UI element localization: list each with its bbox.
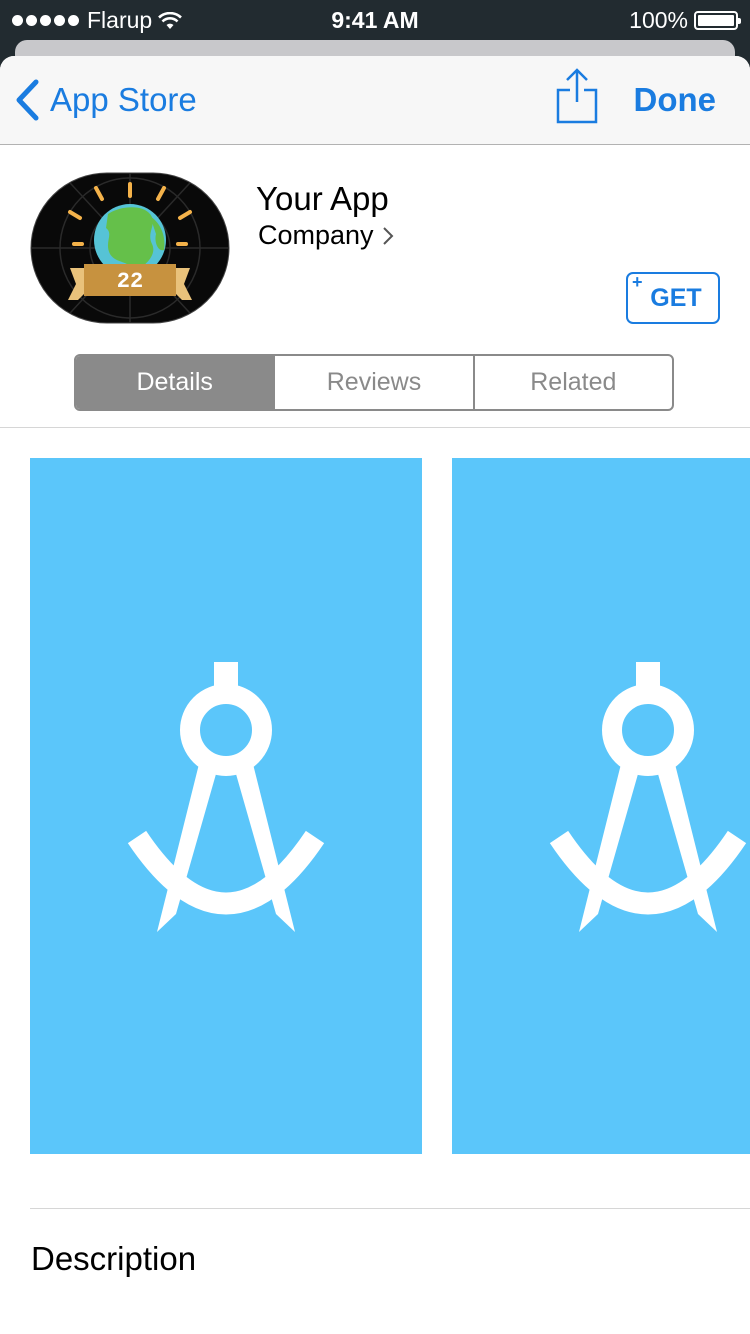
tab-details[interactable]: Details <box>76 356 274 409</box>
tab-related[interactable]: Related <box>472 356 672 409</box>
get-plus: + <box>632 272 643 292</box>
share-icon <box>556 68 598 124</box>
navigation-bar: App Store Done <box>0 56 750 145</box>
battery-icon <box>694 11 741 30</box>
compass-icon <box>549 662 747 932</box>
done-button[interactable]: Done <box>634 81 717 119</box>
chevron-right-icon <box>382 226 393 245</box>
app-detail-sheet: App Store Done 22 Your App Company + GET… <box>0 56 750 1334</box>
chevron-left-icon <box>16 79 39 121</box>
status-bar: Flarup 9:41 AM 100% <box>0 0 750 40</box>
segmented-control: Details Reviews Related <box>74 354 674 411</box>
app-icon: 22 <box>30 172 230 329</box>
back-button-label: App Store <box>50 81 197 118</box>
icon-badge-number: 22 <box>117 269 143 294</box>
get-button[interactable]: + GET <box>626 272 720 324</box>
back-button[interactable]: App Store <box>14 78 197 122</box>
compass-icon <box>127 662 325 932</box>
tab-reviews[interactable]: Reviews <box>273 356 472 409</box>
description-heading: Description <box>31 1240 197 1277</box>
company-name: Company <box>258 220 374 250</box>
share-button[interactable] <box>556 68 598 129</box>
app-name: Your App <box>256 180 389 217</box>
get-button-label: GET <box>650 283 702 312</box>
divider <box>30 1208 750 1209</box>
status-right: 100% <box>629 7 741 34</box>
company-link[interactable]: Company <box>258 220 394 251</box>
divider <box>0 427 750 428</box>
screenshot-1[interactable] <box>30 458 422 1154</box>
screenshot-2[interactable] <box>452 458 750 1154</box>
battery-percent: 100% <box>629 7 688 33</box>
